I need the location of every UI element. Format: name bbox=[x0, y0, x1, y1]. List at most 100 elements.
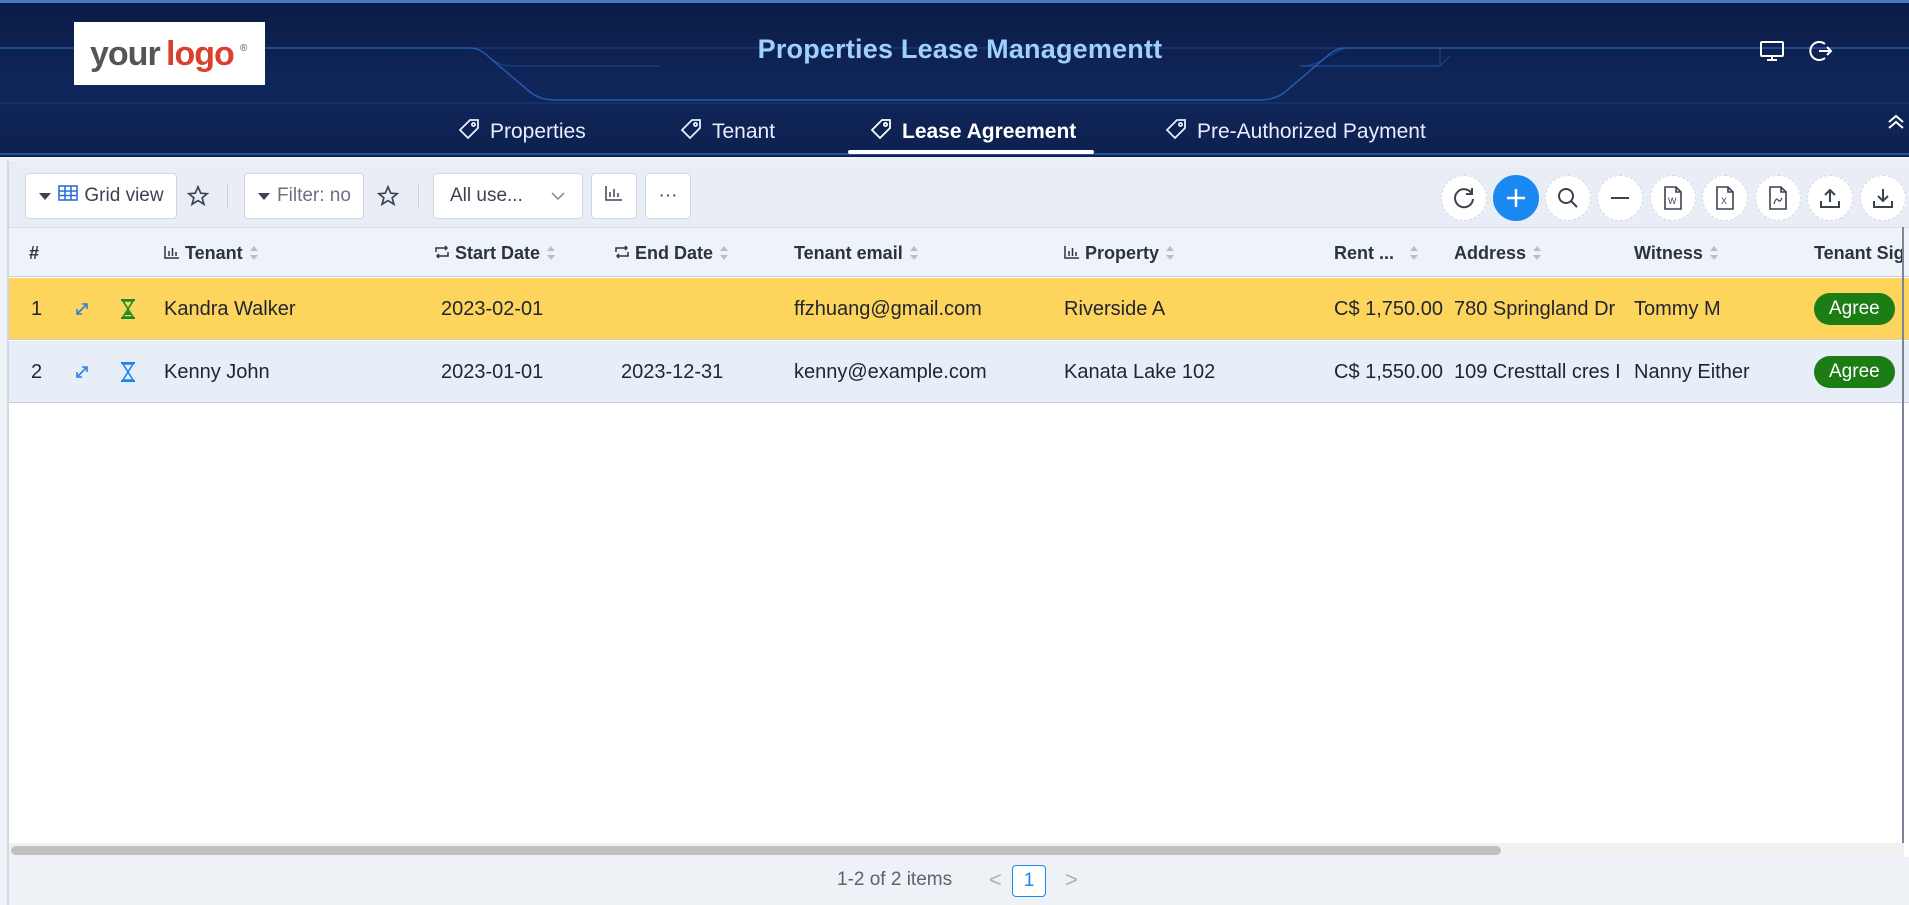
tab-properties-label: Properties bbox=[490, 120, 586, 143]
column-end-date-label: End Date bbox=[635, 242, 714, 263]
column-header-tenant-signature[interactable]: Tenant Sig bbox=[1814, 228, 1902, 278]
table-row[interactable]: 2 Kenny John 2023-01-01 2023-12-31 kenny… bbox=[9, 341, 1909, 403]
excel-export-icon[interactable]: X bbox=[1702, 175, 1748, 221]
tab-properties[interactable]: Properties bbox=[458, 108, 586, 156]
next-page-button[interactable]: > bbox=[1065, 867, 1078, 893]
status-badge: Agree bbox=[1814, 293, 1895, 325]
tag-icon bbox=[1165, 118, 1187, 146]
sort-icon[interactable] bbox=[249, 245, 259, 261]
column-address-label: Address bbox=[1454, 242, 1527, 263]
toolbar-separator bbox=[227, 183, 228, 209]
table-row[interactable]: 1 Kandra Walker 2023-02-01 ffzhuang@gmai… bbox=[9, 278, 1909, 340]
search-icon[interactable] bbox=[1545, 175, 1591, 221]
column-header-rent[interactable]: Rent ... bbox=[1334, 228, 1419, 278]
minus-icon[interactable] bbox=[1597, 175, 1643, 221]
sort-icon[interactable] bbox=[909, 245, 919, 261]
refresh-icon[interactable] bbox=[1441, 175, 1487, 221]
monitor-icon[interactable] bbox=[1757, 36, 1787, 66]
vertical-scrollbar[interactable] bbox=[1902, 227, 1904, 843]
collapse-up-icon[interactable] bbox=[1886, 112, 1906, 137]
grid-panel: Grid view Filter: no All use... ··· W X … bbox=[7, 161, 1909, 905]
repeat-icon bbox=[434, 243, 450, 264]
sort-icon[interactable] bbox=[1532, 245, 1542, 261]
company-logo: your logo ® bbox=[74, 22, 265, 85]
svg-text:®: ® bbox=[240, 43, 248, 54]
pagination-summary: 1-2 of 2 items bbox=[837, 869, 953, 890]
tag-icon bbox=[680, 118, 702, 146]
user-filter-value: All use... bbox=[450, 185, 523, 206]
more-options-button[interactable]: ··· bbox=[645, 173, 691, 219]
cell-rent: C$ 1,750.00 bbox=[1334, 297, 1443, 320]
tab-pre-authorized-payment[interactable]: Pre-Authorized Payment bbox=[1165, 108, 1426, 156]
status-badge: Agree bbox=[1814, 356, 1895, 388]
column-witness-label: Witness bbox=[1634, 242, 1703, 263]
pdf-export-icon[interactable] bbox=[1755, 175, 1801, 221]
more-options-label: ··· bbox=[658, 185, 678, 206]
tab-lease-agreement-label: Lease Agreement bbox=[902, 120, 1077, 143]
filter-button[interactable]: Filter: no bbox=[244, 173, 364, 219]
grid-icon bbox=[58, 185, 79, 207]
tab-pre-authorized-payment-label: Pre-Authorized Payment bbox=[1197, 120, 1426, 143]
expand-icon[interactable] bbox=[73, 341, 91, 403]
hourglass-icon bbox=[119, 341, 137, 403]
column-header-address[interactable]: Address bbox=[1454, 228, 1542, 278]
chevron-down-icon bbox=[550, 185, 566, 207]
sort-icon[interactable] bbox=[1165, 245, 1175, 261]
cell-tenant: Kenny John bbox=[164, 360, 270, 383]
view-label: Grid view bbox=[84, 185, 164, 206]
horizontal-scrollbar-thumb[interactable] bbox=[11, 846, 1501, 855]
cell-start-date: 2023-01-01 bbox=[441, 360, 544, 383]
app-root: your logo ® Properties Lease Managementt bbox=[0, 0, 1909, 905]
caret-down-icon bbox=[257, 185, 271, 207]
upload-icon[interactable] bbox=[1807, 175, 1853, 221]
active-tab-indicator bbox=[848, 150, 1094, 154]
sort-icon[interactable] bbox=[1709, 245, 1719, 261]
user-filter-select[interactable]: All use... bbox=[433, 173, 583, 219]
page-1-button[interactable]: 1 bbox=[1012, 865, 1046, 897]
sort-icon[interactable] bbox=[1409, 245, 1419, 261]
cell-tenant-signature: Agree bbox=[1814, 278, 1895, 340]
logout-icon[interactable] bbox=[1806, 36, 1836, 66]
bar-chart-icon bbox=[605, 185, 623, 207]
cell-end-date: 2023-12-31 bbox=[621, 360, 724, 383]
column-header-end-date[interactable]: End Date bbox=[614, 228, 729, 278]
column-start-date-label: Start Date bbox=[455, 242, 541, 263]
toolbar-separator bbox=[418, 183, 419, 209]
column-header-witness[interactable]: Witness bbox=[1634, 228, 1719, 278]
cell-tenant-email: kenny@example.com bbox=[794, 360, 987, 383]
chart-button[interactable] bbox=[591, 173, 637, 219]
expand-icon[interactable] bbox=[73, 278, 91, 340]
tag-icon bbox=[870, 118, 892, 146]
download-icon[interactable] bbox=[1860, 175, 1906, 221]
favorite-filter-star-icon[interactable] bbox=[367, 173, 409, 219]
svg-text:logo: logo bbox=[166, 35, 234, 73]
prev-page-button[interactable]: < bbox=[989, 867, 1002, 893]
word-export-icon[interactable]: W bbox=[1650, 175, 1696, 221]
tab-lease-agreement[interactable]: Lease Agreement bbox=[870, 108, 1076, 156]
grid-toolbar: Grid view Filter: no All use... ··· W X bbox=[9, 161, 1909, 227]
bar-chart-icon bbox=[164, 243, 180, 264]
tab-tenant[interactable]: Tenant bbox=[680, 108, 775, 156]
main-tabs: Properties Tenant Lease Agreement Pre-Au… bbox=[0, 108, 1909, 156]
column-header-property[interactable]: Property bbox=[1064, 228, 1175, 278]
row-number: 2 bbox=[31, 360, 43, 383]
cell-tenant-email: ffzhuang@gmail.com bbox=[794, 297, 982, 320]
horizontal-scrollbar[interactable] bbox=[9, 843, 1904, 857]
favorite-view-star-icon[interactable] bbox=[177, 173, 219, 219]
column-header-start-date[interactable]: Start Date bbox=[434, 228, 556, 278]
cell-rent: C$ 1,550.00 bbox=[1334, 360, 1443, 383]
column-header-tenant[interactable]: Tenant bbox=[164, 228, 259, 278]
column-rent-label: Rent ... bbox=[1334, 242, 1395, 263]
row-number: 1 bbox=[31, 297, 43, 320]
cell-property: Riverside A bbox=[1064, 297, 1166, 320]
view-selector-button[interactable]: Grid view bbox=[25, 173, 177, 219]
column-header-tenant-email[interactable]: Tenant email bbox=[794, 228, 919, 278]
sort-icon[interactable] bbox=[546, 245, 556, 261]
add-icon[interactable] bbox=[1493, 175, 1539, 221]
column-tenant-label: Tenant bbox=[185, 242, 243, 263]
caret-down-icon bbox=[38, 185, 52, 207]
cell-tenant: Kandra Walker bbox=[164, 297, 296, 320]
column-tenant-signature-label: Tenant Sig bbox=[1814, 242, 1902, 263]
sort-icon[interactable] bbox=[719, 245, 729, 261]
svg-text:your: your bbox=[90, 35, 160, 73]
